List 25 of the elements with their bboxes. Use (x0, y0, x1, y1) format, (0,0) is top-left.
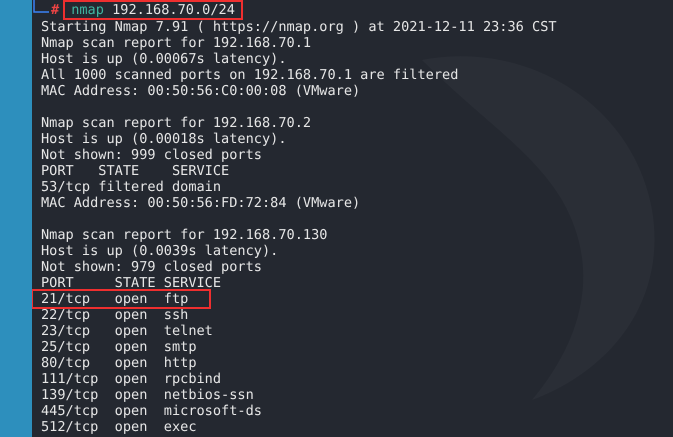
output-line: Not shown: 979 closed ports (41, 259, 263, 275)
prompt-symbol: # (51, 2, 60, 18)
output-line: All 1000 scanned ports on 192.168.70.1 are filtered (41, 67, 460, 83)
output-line: PORT STATE SERVICE (41, 275, 222, 291)
output-line: 21/tcp open ftp (33, 291, 209, 307)
output-line: Starting Nmap 7.91 ( https://nmap.org ) at 2021-12-11 23:36 CST (41, 19, 558, 35)
output-line: 445/tcp open microsoft-ds (41, 403, 263, 419)
output-line: 139/tcp open netbios-ssn (41, 387, 255, 403)
output-line: Host is up (0.00018s latency). (41, 131, 288, 147)
output-line: PORT STATE SERVICE (41, 163, 230, 179)
output-line: 25/tcp open smtp (41, 339, 198, 355)
output-line: 53/tcp filtered domain (41, 179, 222, 195)
output-line: 22/tcp open ssh (41, 307, 190, 323)
output-line: 80/tcp open http (41, 355, 198, 371)
output-line: Nmap scan report for 192.168.70.2 (41, 115, 312, 131)
output-line: 512/tcp open exec (41, 419, 198, 435)
output-line: Nmap scan report for 192.168.70.1 (41, 35, 312, 51)
output-line: Not shown: 999 closed ports (41, 147, 263, 163)
output-line: MAC Address: 00:50:56:FD:72:84 (VMware) (41, 195, 362, 211)
output-line: Nmap scan report for 192.168.70.130 (41, 227, 328, 243)
output-line: Host is up (0.00067s latency). (41, 51, 288, 67)
output-line: MAC Address: 00:50:56:C0:00:08 (VMware) (41, 83, 362, 99)
output-line: 23/tcp open telnet (41, 323, 214, 339)
output-line: Host is up (0.0039s latency). (41, 243, 280, 259)
output-line: 111/tcp open rpcbind (41, 371, 222, 387)
